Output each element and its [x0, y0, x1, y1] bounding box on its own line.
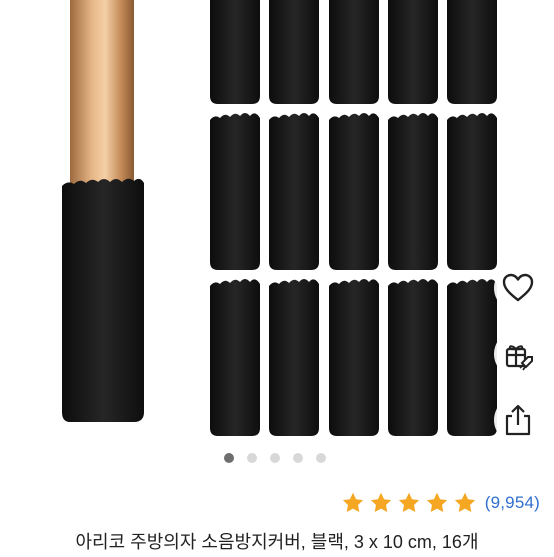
pagination-dot-1[interactable]: [224, 453, 234, 463]
chair-cover-3-2: [269, 279, 319, 436]
review-count-link[interactable]: (9,954): [485, 493, 540, 513]
chair-cover-2-4: [388, 113, 438, 270]
chair-cover-2-5: [447, 113, 497, 270]
star-rating: [341, 491, 481, 515]
product-photo: [62, 0, 497, 436]
chair-cover-1-4: [388, 0, 438, 104]
pagination-dot-2[interactable]: [247, 453, 257, 463]
share-icon: [505, 404, 531, 436]
cover-grid: [210, 0, 497, 436]
gift-button[interactable]: [494, 330, 542, 378]
star-icon: [398, 492, 419, 512]
chair-cover-1-1: [210, 0, 260, 104]
heart-outline-icon: [502, 273, 534, 302]
chair-cover-2-2: [269, 113, 319, 270]
rating-summary[interactable]: (9,954): [341, 488, 540, 518]
star-icon: [454, 492, 475, 512]
chair-cover-3-4: [388, 279, 438, 436]
share-button[interactable]: [494, 396, 542, 442]
chair-cover-3-1: [210, 279, 260, 436]
star-icon: [370, 492, 391, 512]
chair-cover-3-3: [329, 279, 379, 436]
chair-cover-2-1: [210, 113, 260, 270]
gallery-pagination: [0, 446, 554, 470]
gift-rocket-icon: [505, 345, 533, 371]
chair-cover-3-5: [447, 279, 497, 436]
pagination-dot-3[interactable]: [270, 453, 280, 463]
product-title: 아리코 주방의자 소음방지커버, 블랙, 3 x 10 cm, 16개: [75, 532, 479, 552]
chair-cover-1-2: [269, 0, 319, 104]
wishlist-button[interactable]: [494, 264, 542, 312]
star-icon: [426, 492, 447, 512]
product-image-gallery[interactable]: [0, 0, 554, 442]
pagination-dot-5[interactable]: [316, 453, 326, 463]
chair-leg: [70, 0, 134, 190]
chair-cover-2-3: [329, 113, 379, 270]
chair-cover-1-5: [447, 0, 497, 104]
leg-cover: [62, 178, 144, 422]
pagination-dot-4[interactable]: [293, 453, 303, 463]
chair-cover-1-3: [329, 0, 379, 104]
star-icon: [342, 492, 363, 512]
